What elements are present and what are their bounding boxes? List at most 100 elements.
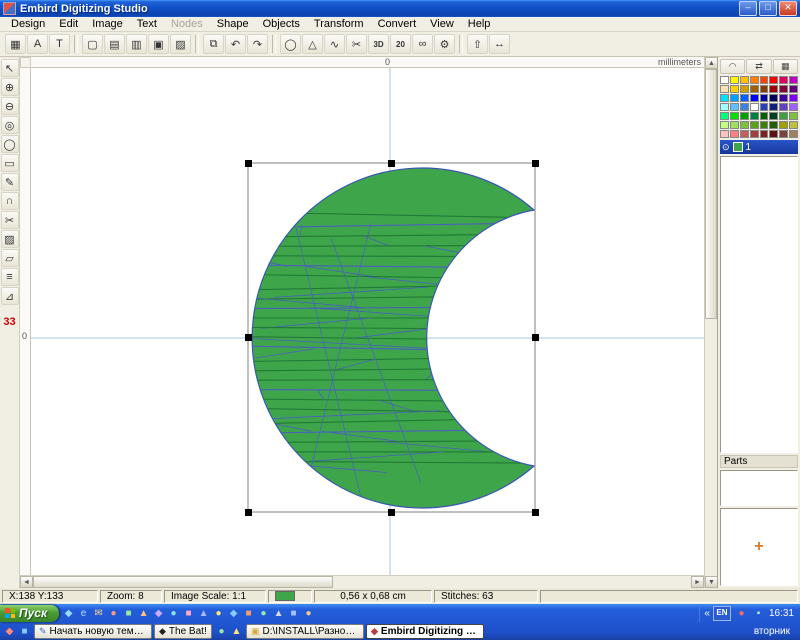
polygon-button[interactable]: △ (302, 34, 323, 54)
preview-button[interactable]: ∞ (412, 34, 433, 54)
move-up-button[interactable]: ⇧ (467, 34, 488, 54)
selection-handle-sw[interactable] (245, 509, 252, 516)
palette-swatch-39[interactable] (789, 112, 798, 120)
palette-swatch-46[interactable] (779, 121, 788, 129)
tray-icon-1[interactable]: ● (734, 606, 749, 621)
save-button[interactable]: ▣ (148, 34, 169, 54)
palette-swatch-21[interactable] (769, 94, 778, 102)
quick-launch-icon-r2m-1[interactable]: ● (214, 624, 229, 639)
palette-swatch-23[interactable] (789, 94, 798, 102)
shape-mode-button[interactable]: ◠ (720, 59, 745, 74)
palette-swatch-48[interactable] (720, 130, 729, 138)
palette-swatch-54[interactable] (779, 130, 788, 138)
import-button[interactable]: ▥ (126, 34, 147, 54)
freehand-tool[interactable]: ✎ (1, 173, 19, 191)
design-canvas[interactable] (31, 68, 704, 575)
menu-item-image[interactable]: Image (85, 17, 130, 32)
grid-20-button[interactable]: 20 (390, 34, 411, 54)
menu-item-edit[interactable]: Edit (52, 17, 85, 32)
selection-handle-se[interactable] (532, 509, 539, 516)
tray-collapse-icon[interactable]: « (704, 608, 710, 619)
palette-swatch-40[interactable] (720, 121, 729, 129)
redo-button[interactable]: ↷ (247, 34, 268, 54)
copy-button[interactable]: ⧉ (203, 34, 224, 54)
palette-swatch-10[interactable] (740, 85, 749, 93)
palette-swatch-7[interactable] (789, 76, 798, 84)
palette-swatch-0[interactable] (720, 76, 729, 84)
scissors-button[interactable]: ✂ (346, 34, 367, 54)
tray-icon-2[interactable]: ▪ (751, 606, 766, 621)
palette-swatch-16[interactable] (720, 94, 729, 102)
palette-swatch-19[interactable] (750, 94, 759, 102)
palette-swatch-22[interactable] (779, 94, 788, 102)
horizontal-scroll-thumb[interactable] (33, 576, 333, 588)
task-button-2[interactable]: ◆The Bat! (154, 624, 212, 639)
quick-launch-icon-4[interactable]: ● (106, 606, 121, 621)
palette-swatch-20[interactable] (760, 94, 769, 102)
lettering-button[interactable]: A (27, 34, 48, 54)
zoom-out-tool[interactable]: ⊖ (1, 97, 19, 115)
open-button[interactable]: ▤ (104, 34, 125, 54)
selection-handle-ne[interactable] (532, 160, 539, 167)
palette-swatch-41[interactable] (730, 121, 739, 129)
palette-swatch-18[interactable] (740, 94, 749, 102)
print-button[interactable]: ▨ (170, 34, 191, 54)
palette-swatch-14[interactable] (779, 85, 788, 93)
object-list[interactable] (720, 156, 798, 453)
menu-item-help[interactable]: Help (461, 17, 498, 32)
menu-item-transform[interactable]: Transform (307, 17, 371, 32)
palette-swatch-29[interactable] (769, 103, 778, 111)
selection-handle-s[interactable] (388, 509, 395, 516)
object-list-row-selected[interactable]: ⊙ 1 (720, 140, 798, 154)
quick-launch-icon-1[interactable]: ◆ (61, 606, 76, 621)
palette-swatch-6[interactable] (779, 76, 788, 84)
clock[interactable]: 16:31 (769, 608, 794, 619)
zoom-in-tool[interactable]: ⊕ (1, 78, 19, 96)
close-button[interactable]: ✕ (779, 1, 797, 16)
visibility-eye-icon[interactable]: ⊙ (722, 142, 730, 153)
palette-swatch-27[interactable] (750, 103, 759, 111)
quick-launch-icon-12[interactable]: ◆ (226, 606, 241, 621)
selection-handle-nw[interactable] (245, 160, 252, 167)
language-indicator[interactable]: EN (713, 606, 731, 621)
palette-swatch-38[interactable] (779, 112, 788, 120)
palette-swatch-45[interactable] (769, 121, 778, 129)
grid-button[interactable]: ▦ (5, 34, 26, 54)
palette-swatch-51[interactable] (750, 130, 759, 138)
fill-tool[interactable]: ▨ (1, 230, 19, 248)
curve-button[interactable]: ∿ (324, 34, 345, 54)
quick-launch-icon-6[interactable]: ▲ (136, 606, 151, 621)
task-button-3[interactable]: ▣D:\INSTALL\Разное\Embird (246, 624, 364, 639)
knife-tool[interactable]: ✂ (1, 211, 19, 229)
menu-item-objects[interactable]: Objects (256, 17, 307, 32)
palette-menu-button[interactable]: ▦ (773, 59, 798, 74)
quick-launch-icon-r2l-1[interactable]: ◆ (2, 624, 17, 639)
palette-swatch-8[interactable] (720, 85, 729, 93)
menu-item-text[interactable]: Text (130, 17, 164, 32)
selection-handle-w[interactable] (245, 334, 252, 341)
node-edit-tool[interactable]: ⊿ (1, 287, 19, 305)
quick-launch-icon-2[interactable]: e (76, 606, 91, 621)
scroll-left-icon[interactable]: ◄ (20, 576, 33, 588)
text-button[interactable]: T (49, 34, 70, 54)
quick-launch-icon-7[interactable]: ◆ (151, 606, 166, 621)
ellipse-button[interactable]: ◯ (280, 34, 301, 54)
quick-launch-icon-13[interactable]: ■ (241, 606, 256, 621)
menu-item-nodes[interactable]: Nodes (164, 17, 210, 32)
quick-launch-icon-5[interactable]: ■ (121, 606, 136, 621)
new-button[interactable]: ▢ (82, 34, 103, 54)
palette-swatch-52[interactable] (760, 130, 769, 138)
quick-launch-icon-3[interactable]: ✉ (91, 606, 106, 621)
rectangle-tool[interactable]: ▭ (1, 154, 19, 172)
3d-view-button[interactable]: 3D (368, 34, 389, 54)
ellipse-tool[interactable]: ◯ (1, 135, 19, 153)
zoom-fit-tool[interactable]: ◎ (1, 116, 19, 134)
menu-item-view[interactable]: View (423, 17, 461, 32)
palette-swatch-55[interactable] (789, 130, 798, 138)
palette-swatch-31[interactable] (789, 103, 798, 111)
quick-launch-icon-10[interactable]: ▲ (196, 606, 211, 621)
palette-swatch-44[interactable] (760, 121, 769, 129)
selection-handle-e[interactable] (532, 334, 539, 341)
palette-swatch-36[interactable] (760, 112, 769, 120)
outline-tool[interactable]: ▱ (1, 249, 19, 267)
